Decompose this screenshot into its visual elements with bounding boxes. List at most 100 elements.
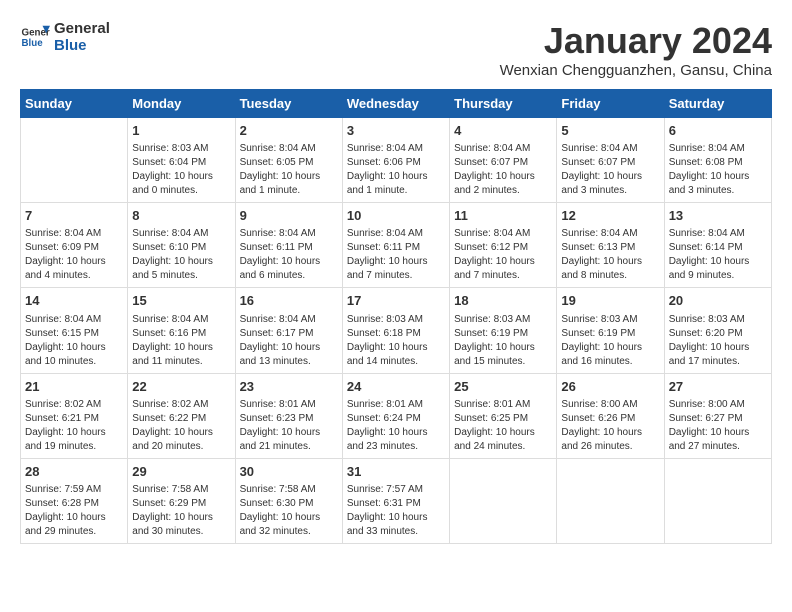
calendar-cell: 13Sunrise: 8:04 AM Sunset: 6:14 PM Dayli… xyxy=(664,203,771,288)
week-row-4: 21 Sunrise: 8:02 AM Sunset: 6:21 PM Dayli… xyxy=(21,373,772,458)
day-info: Sunrise: 8:01 AM Sunset: 6:25 PM Dayligh… xyxy=(454,398,552,454)
logo: General Blue General Blue xyxy=(20,20,110,54)
calendar-cell: 1Sunrise: 8:03 AM Sunset: 6:04 PM Daylig… xyxy=(128,118,235,203)
day-number: 23 xyxy=(240,378,338,396)
calendar-cell: 16 Sunrise: 8:04 AM Sunset: 6:17 PM Dayli… xyxy=(235,288,342,373)
calendar-cell: 30 Sunrise: 7:58 AM Sunset: 6:30 PM Dayli… xyxy=(235,458,342,543)
day-number: 19 xyxy=(561,292,659,310)
calendar-cell: 7 Sunrise: 8:04 AM Sunset: 6:09 PM Daylig… xyxy=(21,203,128,288)
day-number: 2 xyxy=(240,122,338,140)
day-number: 21 xyxy=(25,378,123,396)
logo-text-line1: General xyxy=(54,20,110,37)
calendar-cell: 5 Sunrise: 8:04 AM Sunset: 6:07 PM Daylig… xyxy=(557,118,664,203)
day-number: 7 xyxy=(25,207,123,225)
calendar-cell xyxy=(557,458,664,543)
month-title: January 2024 xyxy=(500,20,772,62)
day-info: Sunrise: 8:04 AM Sunset: 6:17 PM Dayligh… xyxy=(240,313,338,369)
location-subtitle: Wenxian Chengguanzhen, Gansu, China xyxy=(500,62,772,79)
day-number: 17 xyxy=(347,292,445,310)
calendar-cell: 29 Sunrise: 7:58 AM Sunset: 6:29 PM Dayli… xyxy=(128,458,235,543)
day-number: 3 xyxy=(347,122,445,140)
weekday-header-tuesday: Tuesday xyxy=(235,90,342,118)
svg-text:Blue: Blue xyxy=(22,38,44,49)
calendar-cell: 21 Sunrise: 8:02 AM Sunset: 6:21 PM Dayli… xyxy=(21,373,128,458)
weekday-header-thursday: Thursday xyxy=(450,90,557,118)
day-number: 31 xyxy=(347,463,445,481)
day-number: 8 xyxy=(132,207,230,225)
day-info: Sunrise: 8:04 AM Sunset: 6:11 PM Dayligh… xyxy=(240,227,338,283)
calendar-cell: 3 Sunrise: 8:04 AM Sunset: 6:06 PM Daylig… xyxy=(342,118,449,203)
day-number: 22 xyxy=(132,378,230,396)
week-row-1: 1Sunrise: 8:03 AM Sunset: 6:04 PM Daylig… xyxy=(21,118,772,203)
day-number: 27 xyxy=(669,378,767,396)
day-number: 16 xyxy=(240,292,338,310)
day-info: Sunrise: 8:04 AM Sunset: 6:16 PM Dayligh… xyxy=(132,313,230,369)
day-number: 5 xyxy=(561,122,659,140)
calendar-cell: 2 Sunrise: 8:04 AM Sunset: 6:05 PM Daylig… xyxy=(235,118,342,203)
calendar-cell: 10Sunrise: 8:04 AM Sunset: 6:11 PM Dayli… xyxy=(342,203,449,288)
calendar-cell: 8Sunrise: 8:04 AM Sunset: 6:10 PM Daylig… xyxy=(128,203,235,288)
day-number: 15 xyxy=(132,292,230,310)
calendar-cell: 31 Sunrise: 7:57 AM Sunset: 6:31 PM Dayli… xyxy=(342,458,449,543)
day-info: Sunrise: 8:00 AM Sunset: 6:27 PM Dayligh… xyxy=(669,398,767,454)
day-info: Sunrise: 8:04 AM Sunset: 6:05 PM Dayligh… xyxy=(240,142,338,198)
calendar-cell xyxy=(664,458,771,543)
logo-icon: General Blue xyxy=(20,22,50,52)
day-info: Sunrise: 8:03 AM Sunset: 6:18 PM Dayligh… xyxy=(347,313,445,369)
day-number: 12 xyxy=(561,207,659,225)
day-info: Sunrise: 7:58 AM Sunset: 6:29 PM Dayligh… xyxy=(132,483,230,539)
week-row-5: 28 Sunrise: 7:59 AM Sunset: 6:28 PM Dayli… xyxy=(21,458,772,543)
calendar-cell: 23Sunrise: 8:01 AM Sunset: 6:23 PM Dayli… xyxy=(235,373,342,458)
day-info: Sunrise: 8:04 AM Sunset: 6:09 PM Dayligh… xyxy=(25,227,123,283)
day-number: 20 xyxy=(669,292,767,310)
calendar-cell: 18 Sunrise: 8:03 AM Sunset: 6:19 PM Dayli… xyxy=(450,288,557,373)
day-number: 29 xyxy=(132,463,230,481)
day-info: Sunrise: 8:00 AM Sunset: 6:26 PM Dayligh… xyxy=(561,398,659,454)
day-number: 26 xyxy=(561,378,659,396)
day-number: 4 xyxy=(454,122,552,140)
calendar-cell: 17 Sunrise: 8:03 AM Sunset: 6:18 PM Dayli… xyxy=(342,288,449,373)
page-header: General Blue General Blue January 2024 W… xyxy=(20,20,772,79)
day-info: Sunrise: 8:04 AM Sunset: 6:07 PM Dayligh… xyxy=(454,142,552,198)
day-info: Sunrise: 8:04 AM Sunset: 6:12 PM Dayligh… xyxy=(454,227,552,283)
calendar-cell: 27 Sunrise: 8:00 AM Sunset: 6:27 PM Dayli… xyxy=(664,373,771,458)
day-info: Sunrise: 8:03 AM Sunset: 6:19 PM Dayligh… xyxy=(454,313,552,369)
day-number: 6 xyxy=(669,122,767,140)
day-number: 18 xyxy=(454,292,552,310)
week-row-3: 14Sunrise: 8:04 AM Sunset: 6:15 PM Dayli… xyxy=(21,288,772,373)
day-number: 14 xyxy=(25,292,123,310)
weekday-header-row: SundayMondayTuesdayWednesdayThursdayFrid… xyxy=(21,90,772,118)
day-info: Sunrise: 8:03 AM Sunset: 6:19 PM Dayligh… xyxy=(561,313,659,369)
day-info: Sunrise: 8:02 AM Sunset: 6:22 PM Dayligh… xyxy=(132,398,230,454)
day-number: 11 xyxy=(454,207,552,225)
calendar-table: SundayMondayTuesdayWednesdayThursdayFrid… xyxy=(20,89,772,544)
day-info: Sunrise: 7:58 AM Sunset: 6:30 PM Dayligh… xyxy=(240,483,338,539)
weekday-header-saturday: Saturday xyxy=(664,90,771,118)
calendar-cell: 28 Sunrise: 7:59 AM Sunset: 6:28 PM Dayli… xyxy=(21,458,128,543)
calendar-cell: 15 Sunrise: 8:04 AM Sunset: 6:16 PM Dayli… xyxy=(128,288,235,373)
day-number: 1 xyxy=(132,122,230,140)
calendar-cell: 26 Sunrise: 8:00 AM Sunset: 6:26 PM Dayli… xyxy=(557,373,664,458)
day-info: Sunrise: 7:57 AM Sunset: 6:31 PM Dayligh… xyxy=(347,483,445,539)
day-number: 9 xyxy=(240,207,338,225)
weekday-header-friday: Friday xyxy=(557,90,664,118)
calendar-cell: 20Sunrise: 8:03 AM Sunset: 6:20 PM Dayli… xyxy=(664,288,771,373)
day-info: Sunrise: 8:04 AM Sunset: 6:06 PM Dayligh… xyxy=(347,142,445,198)
day-info: Sunrise: 7:59 AM Sunset: 6:28 PM Dayligh… xyxy=(25,483,123,539)
calendar-cell xyxy=(21,118,128,203)
day-info: Sunrise: 8:04 AM Sunset: 6:08 PM Dayligh… xyxy=(669,142,767,198)
day-info: Sunrise: 8:02 AM Sunset: 6:21 PM Dayligh… xyxy=(25,398,123,454)
weekday-header-wednesday: Wednesday xyxy=(342,90,449,118)
calendar-cell: 22 Sunrise: 8:02 AM Sunset: 6:22 PM Dayli… xyxy=(128,373,235,458)
day-info: Sunrise: 8:04 AM Sunset: 6:14 PM Dayligh… xyxy=(669,227,767,283)
calendar-cell xyxy=(450,458,557,543)
day-number: 28 xyxy=(25,463,123,481)
day-info: Sunrise: 8:04 AM Sunset: 6:07 PM Dayligh… xyxy=(561,142,659,198)
calendar-cell: 14Sunrise: 8:04 AM Sunset: 6:15 PM Dayli… xyxy=(21,288,128,373)
day-number: 10 xyxy=(347,207,445,225)
weekday-header-sunday: Sunday xyxy=(21,90,128,118)
calendar-cell: 11 Sunrise: 8:04 AM Sunset: 6:12 PM Dayli… xyxy=(450,203,557,288)
calendar-cell: 6 Sunrise: 8:04 AM Sunset: 6:08 PM Daylig… xyxy=(664,118,771,203)
day-number: 30 xyxy=(240,463,338,481)
day-number: 24 xyxy=(347,378,445,396)
